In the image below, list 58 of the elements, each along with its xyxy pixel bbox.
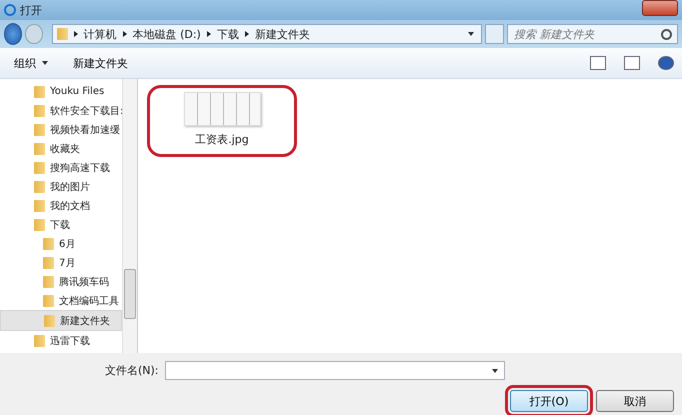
chevron-icon — [244, 31, 249, 37]
folder-icon — [34, 334, 45, 346]
search-field[interactable]: 搜索 新建文件夹 — [507, 24, 678, 44]
app-icon — [4, 4, 16, 16]
search-icon — [661, 29, 672, 40]
filename-field[interactable] — [164, 361, 505, 380]
scrollbar[interactable] — [122, 79, 137, 353]
breadcrumb[interactable]: 新建文件夹 — [254, 26, 310, 42]
sidebar-item[interactable]: 我的图片 — [0, 177, 122, 196]
close-button[interactable] — [642, 0, 678, 16]
new-folder-button[interactable]: 新建文件夹 — [67, 54, 134, 72]
folder-icon — [34, 180, 45, 192]
breadcrumb[interactable]: 计算机 — [84, 26, 117, 42]
address-bar[interactable]: 计算机 本地磁盘 (D:) 下载 新建文件夹 — [52, 24, 482, 44]
sidebar-item[interactable]: 收藏夹 — [0, 139, 122, 158]
folder-icon — [34, 142, 45, 154]
folder-icon — [34, 104, 45, 116]
folder-icon — [44, 314, 55, 326]
organize-button[interactable]: 组织 — [8, 54, 57, 72]
dropdown-icon — [492, 369, 498, 373]
preview-pane-button[interactable] — [624, 56, 640, 70]
chevron-icon — [206, 31, 211, 37]
help-button[interactable] — [658, 56, 674, 70]
sidebar-item[interactable]: 搜狗高速下载 — [0, 158, 122, 177]
folder-icon — [56, 28, 68, 40]
sidebar-item[interactable]: 下载 — [0, 215, 122, 234]
scroll-thumb[interactable] — [124, 269, 136, 319]
folder-icon — [43, 294, 54, 306]
chevron-icon — [74, 31, 78, 37]
sidebar-item[interactable]: 6月 — [0, 234, 122, 253]
chevron-icon — [122, 31, 127, 37]
window-title: 打开 — [20, 2, 42, 18]
sidebar-item[interactable]: 腾讯频车码 — [0, 272, 122, 291]
folder-icon — [43, 238, 54, 250]
sidebar-item[interactable]: 软件安全下载目: — [0, 101, 122, 120]
folder-icon — [34, 86, 45, 98]
sidebar-item[interactable]: 7月 — [0, 253, 122, 272]
back-button[interactable] — [4, 23, 22, 45]
sidebar-item[interactable]: 文档编码工具 — [0, 291, 122, 310]
sidebar-item[interactable]: 迅雷下载 — [0, 331, 122, 350]
filename-label: 文件名(N): — [105, 363, 159, 378]
cancel-button[interactable]: 取消 — [596, 390, 674, 412]
file-item[interactable]: 工资表.jpg — [147, 85, 297, 157]
breadcrumb[interactable]: 本地磁盘 (D:) — [132, 26, 201, 42]
sidebar-item[interactable]: 我的文档 — [0, 196, 122, 215]
folder-icon — [34, 162, 45, 174]
folder-icon — [43, 276, 54, 288]
dropdown-icon — [42, 61, 48, 65]
sidebar-item[interactable]: 视频快看加速缓 — [0, 120, 122, 139]
breadcrumb[interactable]: 下载 — [216, 26, 239, 42]
folder-icon — [34, 200, 45, 212]
folder-icon — [43, 256, 54, 268]
sidebar-item[interactable]: Youku Files — [0, 82, 122, 101]
folder-icon — [34, 218, 45, 230]
view-button[interactable] — [590, 56, 606, 70]
dropdown-icon — [468, 32, 474, 36]
folder-icon — [34, 124, 45, 136]
sidebar-item[interactable]: 新建文件夹 — [0, 310, 122, 331]
